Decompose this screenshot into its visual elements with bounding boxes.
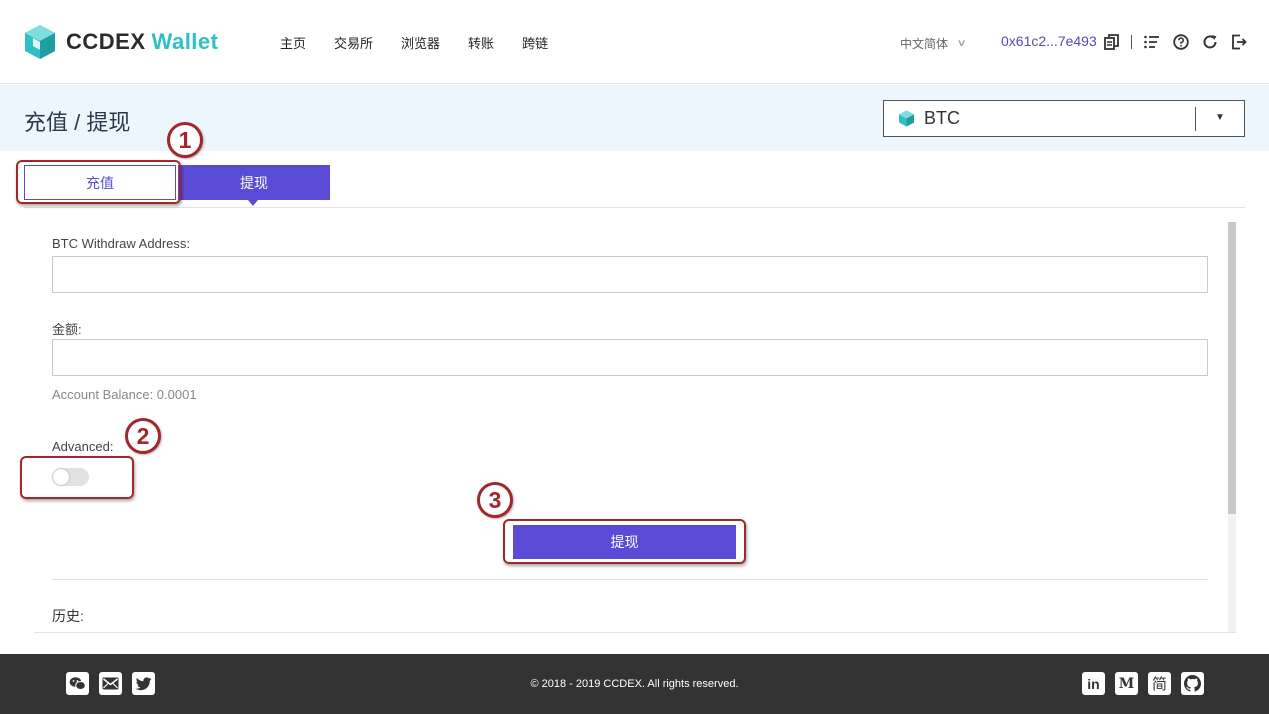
- nav-explorer[interactable]: 浏览器: [401, 33, 440, 52]
- top-header: CCDEX Wallet 主页 交易所 浏览器 转账 跨链 中文简体 ∨ 0x61…: [0, 0, 1269, 84]
- advanced-label: Advanced:: [52, 439, 114, 454]
- linkedin-icon[interactable]: in: [1082, 672, 1105, 695]
- main-nav: 主页 交易所 浏览器 转账 跨链: [280, 33, 576, 52]
- select-divider: [1195, 107, 1196, 131]
- chevron-down-icon: ∨: [956, 38, 967, 49]
- account-balance: Account Balance: 0.0001: [52, 387, 197, 402]
- nav-home[interactable]: 主页: [280, 33, 306, 52]
- tab-deposit[interactable]: 充值: [24, 165, 176, 200]
- advanced-toggle[interactable]: [52, 468, 89, 486]
- coin-select-value: BTC: [924, 108, 960, 128]
- withdraw-address-input[interactable]: [52, 256, 1208, 293]
- tab-withdraw[interactable]: 提现: [178, 165, 330, 206]
- header-actions: [1102, 33, 1259, 51]
- coin-cube-icon: [899, 110, 914, 127]
- section-divider: [52, 579, 1208, 580]
- amount-input[interactable]: [52, 339, 1208, 376]
- cube-logo-icon: [25, 25, 55, 59]
- wallet-address[interactable]: 0x61c2...7e493: [1001, 33, 1097, 49]
- medium-icon[interactable]: M: [1115, 672, 1138, 695]
- withdraw-address-label: BTC Withdraw Address:: [52, 236, 190, 251]
- ccdex-logo[interactable]: CCDEX Wallet: [24, 24, 219, 60]
- dropdown-arrow-icon: ▼: [1215, 112, 1225, 123]
- coin-select[interactable]: BTC ▼: [883, 100, 1245, 137]
- refresh-icon[interactable]: [1201, 33, 1219, 51]
- github-icon[interactable]: [1181, 672, 1204, 695]
- divider: [1131, 35, 1132, 49]
- copyright-text: © 2018 - 2019 CCDEX. All rights reserved…: [530, 678, 739, 690]
- nav-transfer[interactable]: 转账: [468, 33, 494, 52]
- page-title: 充值 / 提现: [24, 110, 131, 135]
- annotation-badge-2: 2: [125, 418, 161, 454]
- withdraw-submit-button[interactable]: 提现: [513, 525, 736, 559]
- annotation-badge-1: 1: [167, 122, 203, 158]
- language-selector[interactable]: 中文简体 ∨: [900, 35, 967, 52]
- copy-icon[interactable]: [1102, 33, 1120, 51]
- jianshu-icon[interactable]: 简: [1148, 672, 1171, 695]
- logo-text-wallet: Wallet: [151, 29, 219, 54]
- nav-exchange[interactable]: 交易所: [334, 33, 373, 52]
- annotation-badge-3: 3: [477, 482, 513, 518]
- scrollbar-thumb[interactable]: [1228, 222, 1236, 514]
- history-label: 历史:: [52, 608, 84, 624]
- amount-label: 金额:: [52, 322, 82, 337]
- deposit-withdraw-tabs: 充值 提现: [24, 165, 330, 206]
- footer: © 2018 - 2019 CCDEX. All rights reserved…: [0, 654, 1269, 714]
- list-icon[interactable]: [1143, 33, 1161, 51]
- footer-social-right: in M 简: [1082, 672, 1214, 695]
- logout-icon[interactable]: [1230, 33, 1248, 51]
- nav-cross-chain[interactable]: 跨链: [522, 33, 548, 52]
- help-icon[interactable]: [1172, 33, 1190, 51]
- language-label: 中文简体: [900, 37, 949, 51]
- content-bottom-border: [34, 632, 1236, 633]
- logo-text-ccdex: CCDEX: [66, 29, 146, 54]
- tabs-underline: [24, 207, 1245, 208]
